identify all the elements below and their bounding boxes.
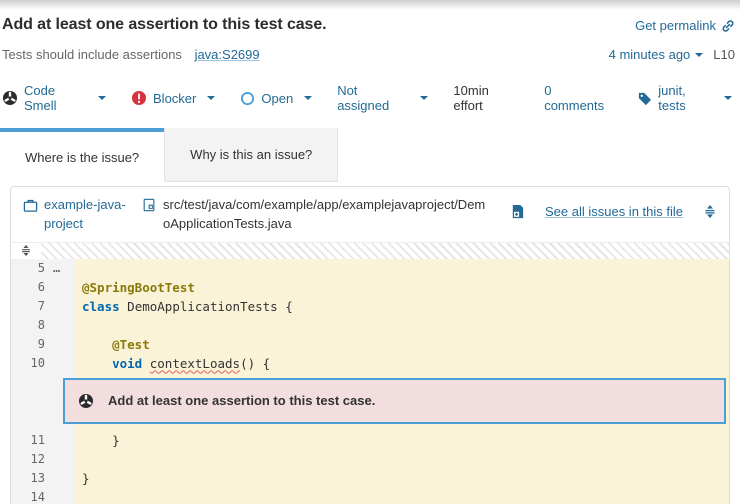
line-number[interactable]: 10: [11, 354, 45, 373]
line-number[interactable]: 6: [11, 278, 45, 297]
line-number[interactable]: 12: [11, 450, 45, 469]
severity-label: Blocker: [153, 91, 196, 106]
code-content: class DemoApplicationTests {: [75, 297, 729, 316]
issue-tabs: Where is the issue? Why is this an issue…: [0, 128, 740, 182]
page-title: Add at least one assertion to this test …: [2, 16, 327, 34]
code-line-5: 5…: [11, 259, 729, 278]
line-ellipsis: …: [53, 259, 60, 278]
expand-lines-icon: [20, 244, 32, 257]
comments-link[interactable]: 0 comments: [544, 83, 612, 113]
code-content: [75, 259, 729, 278]
assignee-label: Not assigned: [337, 83, 409, 113]
code-content: }: [75, 431, 729, 450]
code-line-9: 9 @Test: [11, 335, 729, 354]
collapsed-lines-stripes: [41, 243, 729, 259]
tag-icon: [637, 91, 652, 106]
line-number[interactable]: 9: [11, 335, 45, 354]
code-line-10: 10 void contextLoads() {: [11, 354, 729, 373]
chevron-down-icon: [98, 96, 106, 100]
code-line-6: 6 @SpringBootTest: [11, 278, 729, 297]
issue-message: Add at least one assertion to this test …: [108, 393, 375, 408]
chevron-down-icon: [304, 96, 312, 100]
tab-why-is-this-an-issue[interactable]: Why is this an issue?: [164, 128, 338, 182]
issue-meta-bar: Code Smell Blocker Open Not assigned 10m…: [2, 83, 735, 113]
issue-type-label: Code Smell: [24, 83, 87, 113]
code-line-7: 7 class DemoApplicationTests {: [11, 297, 729, 316]
expand-lines-above-bar: [11, 242, 729, 259]
expand-lines-button[interactable]: [11, 243, 41, 259]
pin-file-button[interactable]: [510, 204, 525, 219]
file-icon: [142, 198, 156, 212]
code-content: [75, 488, 729, 504]
open-status-icon: [240, 91, 255, 106]
rule-title: Tests should include assertions: [2, 47, 182, 62]
effort-label: 10min effort: [453, 83, 519, 113]
code-content: }: [75, 469, 729, 488]
project-link[interactable]: example-java-project: [23, 196, 127, 234]
line-number[interactable]: 14: [11, 488, 45, 504]
pin-file-icon: [510, 204, 525, 219]
line-number[interactable]: 13: [11, 469, 45, 488]
chevron-down-icon: [695, 53, 703, 57]
code-line-8: 8: [11, 316, 729, 335]
code-line-14: 14: [11, 488, 729, 504]
tags-label: junit, tests: [658, 83, 713, 113]
code-content: [75, 450, 729, 469]
expand-file-button[interactable]: [703, 204, 717, 219]
chevron-down-icon: [724, 96, 732, 100]
issue-message-box[interactable]: Add at least one assertion to this test …: [63, 378, 726, 424]
code-line-13: 13 }: [11, 469, 729, 488]
assignee-dropdown[interactable]: Not assigned: [337, 83, 428, 113]
comments-count: 0 comments: [544, 83, 612, 113]
blocker-icon: [131, 90, 147, 106]
code-viewer: 5… 6 @SpringBootTest 7 class DemoApplica…: [11, 259, 729, 504]
file-path: src/test/java/com/example/app/examplejav…: [163, 196, 492, 234]
line-number[interactable]: 7: [11, 297, 45, 316]
code-snippet-panel: example-java-project src/test/java/com/e…: [10, 186, 730, 504]
line-reference: L10: [713, 47, 735, 62]
code-content: void contextLoads() {: [75, 354, 729, 373]
get-permalink-label: Get permalink: [635, 18, 716, 33]
issue-age: 4 minutes ago: [609, 47, 691, 62]
issue-location-token: contextLoads: [150, 356, 240, 371]
rule-key-link[interactable]: java:S2699: [195, 47, 260, 62]
code-line-12: 12: [11, 450, 729, 469]
code-content: @SpringBootTest: [75, 278, 729, 297]
issue-header: Add at least one assertion to this test …: [0, 10, 740, 113]
severity-dropdown[interactable]: Blocker: [131, 90, 215, 106]
chevron-down-icon: [420, 96, 428, 100]
get-permalink-link[interactable]: Get permalink: [635, 18, 735, 33]
issue-location-row: Add at least one assertion to this test …: [11, 373, 729, 431]
top-scroll-shadow: [0, 0, 740, 10]
project-icon: [23, 198, 38, 213]
tags-dropdown[interactable]: junit, tests: [637, 83, 732, 113]
project-name: example-java-project: [44, 196, 127, 234]
file-path-cell: src/test/java/com/example/app/examplejav…: [142, 196, 492, 234]
expand-vertical-icon: [703, 204, 717, 219]
tab-where-is-the-issue[interactable]: Where is the issue?: [0, 128, 164, 182]
code-content: @Test: [75, 335, 729, 354]
file-header: example-java-project src/test/java/com/e…: [11, 187, 729, 242]
code-line-11: 11 }: [11, 431, 729, 450]
see-all-issues-link[interactable]: See all issues in this file: [545, 204, 683, 219]
permalink-icon: [721, 19, 735, 33]
line-number[interactable]: 8: [11, 316, 45, 335]
status-label: Open: [261, 91, 293, 106]
issue-type-dropdown[interactable]: Code Smell: [2, 83, 106, 113]
status-dropdown[interactable]: Open: [240, 91, 312, 106]
line-number[interactable]: 11: [11, 431, 45, 450]
code-smell-icon: [78, 393, 94, 409]
code-content: [75, 316, 729, 335]
code-smell-icon: [2, 90, 18, 106]
changelog-dropdown[interactable]: 4 minutes ago: [609, 47, 704, 62]
chevron-down-icon: [207, 96, 215, 100]
line-number[interactable]: 5: [11, 259, 45, 278]
